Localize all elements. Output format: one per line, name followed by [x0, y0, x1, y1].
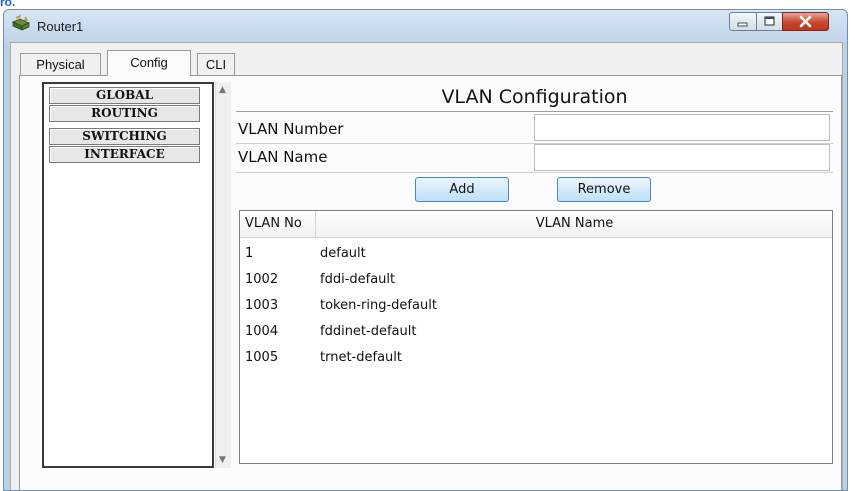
- minimize-button[interactable]: [729, 12, 757, 31]
- vlan-name-cell: token-ring-default: [320, 298, 437, 313]
- vlan-table-header: VLAN No VLAN Name: [240, 211, 832, 238]
- vlan-name-input[interactable]: [534, 144, 830, 171]
- column-header-vlan-no[interactable]: VLAN No: [240, 211, 316, 237]
- router1-window: Router1 Physical Config CLI GLOBAL ROUTI…: [3, 9, 848, 491]
- table-row[interactable]: 1004 fddinet-default: [240, 319, 832, 345]
- tab-config[interactable]: Config: [107, 50, 191, 76]
- window-title: Router1: [37, 19, 84, 34]
- sidebar-item-routing[interactable]: ROUTING: [49, 105, 200, 122]
- tab-cli[interactable]: CLI: [197, 53, 235, 75]
- vlan-no-cell: 1005: [245, 350, 279, 365]
- table-row[interactable]: 1005 trnet-default: [240, 345, 832, 371]
- table-row[interactable]: 1002 fddi-default: [240, 267, 832, 293]
- vlan-number-label: VLAN Number: [238, 120, 344, 138]
- minimize-icon: [737, 22, 748, 27]
- heading-divider: [236, 111, 833, 112]
- add-button[interactable]: Add: [415, 177, 509, 202]
- column-header-vlan-name[interactable]: VLAN Name: [317, 211, 832, 237]
- tab-physical[interactable]: Physical: [20, 53, 101, 75]
- sidebar-item-interface[interactable]: INTERFACE: [49, 146, 200, 163]
- vlan-name-label: VLAN Name: [238, 148, 328, 166]
- window-content: Physical Config CLI GLOBAL ROUTING SWITC…: [10, 42, 843, 490]
- vlan-name-cell: default: [320, 246, 366, 261]
- top-fragment-label: ro.: [0, 0, 16, 9]
- close-button[interactable]: [782, 12, 829, 31]
- vlan-no-cell: 1004: [245, 324, 279, 339]
- scroll-down-icon[interactable]: ▼: [219, 455, 226, 465]
- scroll-up-icon[interactable]: ▲: [219, 85, 226, 95]
- sidebar-item-global[interactable]: GLOBAL: [49, 87, 200, 104]
- vlan-name-cell: trnet-default: [320, 350, 402, 365]
- table-row[interactable]: 1003 token-ring-default: [240, 293, 832, 319]
- vlan-no-cell: 1002: [245, 272, 279, 287]
- vlan-config-heading: VLAN Configuration: [441, 86, 628, 108]
- router-app-icon: [10, 14, 32, 34]
- vlan-table: VLAN No VLAN Name 1 default 1002 fddi-de…: [239, 210, 833, 464]
- field-divider: [236, 172, 833, 173]
- vlan-name-cell: fddinet-default: [320, 324, 417, 339]
- maximize-button[interactable]: [756, 12, 783, 31]
- maximize-icon: [764, 16, 775, 26]
- vlan-no-cell: 1003: [245, 298, 279, 313]
- close-icon: [799, 15, 812, 28]
- remove-button[interactable]: Remove: [557, 177, 651, 202]
- sidebar-scrollbar[interactable]: ▲ ▼: [215, 82, 231, 468]
- sidebar-item-switching[interactable]: SWITCHING: [49, 128, 200, 145]
- table-row[interactable]: 1 default: [240, 241, 832, 267]
- vlan-no-cell: 1: [245, 246, 254, 261]
- config-sidebar: GLOBAL ROUTING SWITCHING INTERFACE: [42, 82, 214, 468]
- vlan-number-input[interactable]: [534, 114, 830, 141]
- title-bar[interactable]: Router1: [4, 10, 847, 42]
- vlan-name-cell: fddi-default: [320, 272, 396, 287]
- config-panel: GLOBAL ROUTING SWITCHING INTERFACE ▲ ▼ V…: [19, 75, 842, 490]
